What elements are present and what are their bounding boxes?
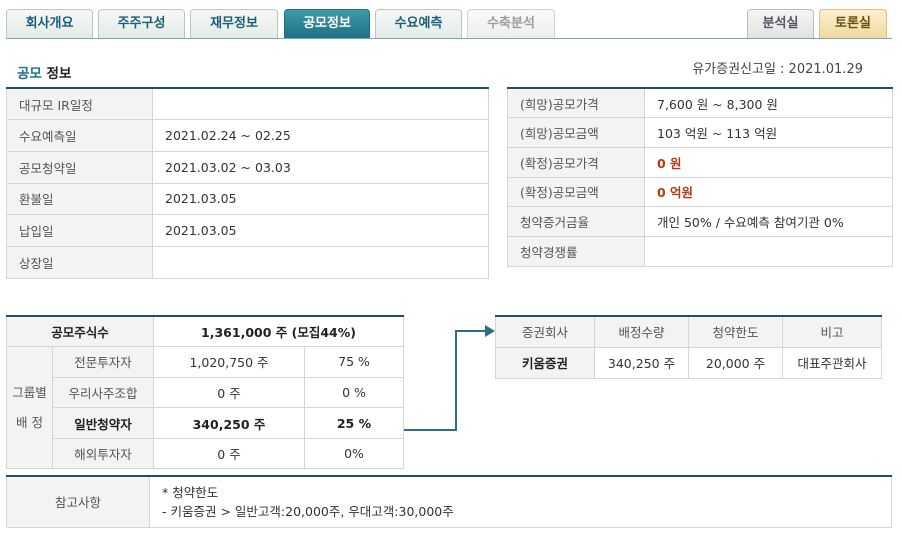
table-row: 수요예측일 2021.02.24 ~ 02.25 [6,119,489,152]
table-row: 그룹별배 정 전문투자자 1,020,750 주 75 % [6,346,404,470]
pricing-value: 개인 50% / 수요예측 참여기관 0% [644,206,893,237]
pricing-label: 청약증거금율 [507,206,645,237]
table-row: (확정)공모가격 0 원 [507,146,893,178]
table-row: (확정)공모금액 0 억원 [507,176,893,208]
notes-label: 참고사항 [6,475,150,528]
investor-shares: 340,250 주 [153,407,306,439]
table-row: 상장일 [6,245,489,279]
table-row: 환불일 2021.03.05 [6,182,489,216]
table-row: 키움증권 340,250 주 20,000 주 대표주관회사 [495,346,882,379]
table-row: (희망)공모금액 103 억원 ~ 113 억원 [507,117,893,148]
tab-financials[interactable]: 재무정보 [190,9,278,38]
pricing-value: 103 억원 ~ 113 억원 [644,117,893,148]
investor-shares: 0 주 [153,376,306,409]
section-title-highlight: 공모 [17,66,42,82]
schedule-label: 대규모 IR일정 [6,87,153,121]
broker-limit: 20,000 주 [688,346,783,379]
pricing-label: (확정)공모금액 [507,176,645,208]
table-row: 납입일 2021.03.05 [6,214,489,247]
schedule-label: 납입일 [6,214,153,247]
tab-underline [6,38,892,39]
investor-pct: 0% [304,437,404,470]
investor-type: 우리사주조합 [51,376,155,409]
tab-company-overview[interactable]: 회사개요 [6,9,93,38]
table-row: 우리사주조합 0 주 0 % [7,376,404,409]
investor-shares: 0 주 [153,437,306,470]
confirmed-price-value: 0 원 [644,146,893,178]
pricing-label: (희망)공모금액 [507,117,645,148]
tab-shareholders[interactable]: 주주구성 [98,9,185,38]
filing-date: 유가증권신고일 : 2021.01.29 [692,62,863,77]
pricing-label: (확정)공모가격 [507,146,645,178]
schedule-value: 2021.02.24 ~ 02.25 [152,119,489,152]
investor-pct: 0 % [304,376,404,409]
pricing-value: 7,600 원 ~ 8,300 원 [644,87,893,119]
table-row: 참고사항 * 청약한도 - 키움증권 > 일반고객:20,000주, 우대고객:… [6,475,892,528]
notes-line: - 키움증권 > 일반고객:20,000주, 우대고객:30,000주 [162,503,454,519]
table-row: 해외투자자 0 주 0% [7,437,404,470]
table-row: 일반청약자 340,250 주 25 % [7,407,404,439]
broker-note: 대표주관회사 [782,346,882,379]
group-label-line1: 그룹별 [12,384,47,400]
schedule-value: 2021.03.05 [152,214,489,247]
investor-type: 전문투자자 [51,346,155,378]
investor-pct: 25 % [304,407,404,439]
tab-discussion-room[interactable]: 토론실 [819,9,887,38]
table-row: 대규모 IR일정 [6,87,489,121]
share-allocation-table: 공모주식수 1,361,000 주 (모집44%) 그룹별배 정 전문투자자 1… [5,315,404,470]
section-title: 공모 정보 [17,62,71,82]
schedule-value: 2021.03.05 [152,182,489,216]
table-row: (희망)공모가격 7,600 원 ~ 8,300 원 [507,87,893,119]
investor-type: 해외투자자 [51,437,155,470]
tab-profit-analysis[interactable]: 수축분석 [467,9,555,38]
table-row: 증권회사 배정수량 청약한도 비고 [495,315,882,348]
pricing-label: (희망)공모가격 [507,87,645,119]
connector-arrow-icon [404,325,495,431]
notes-table: 참고사항 * 청약한도 - 키움증권 > 일반고객:20,000주, 우대고객:… [6,475,892,528]
investor-shares: 1,020,750 주 [153,346,306,378]
broker-name: 키움증권 [495,346,595,379]
pricing-table: (희망)공모가격 7,600 원 ~ 8,300 원 (희망)공모금액 103 억원… [507,87,893,267]
total-shares-value: 1,361,000 주 (모집44%) [153,315,404,348]
group-allocation-label: 그룹별배 정 [6,346,53,470]
pricing-value [644,235,893,267]
broker-allocation: 340,250 주 [594,346,689,379]
schedule-label: 환불일 [6,182,153,216]
confirmed-amount-value: 0 억원 [644,176,893,208]
broker-header: 배정수량 [594,315,689,348]
schedule-table: 대규모 IR일정 수요예측일 2021.02.24 ~ 02.25 공모청약일 20… [6,87,489,279]
group-label-line2: 배 정 [16,414,43,430]
investor-pct: 75 % [304,346,404,378]
tab-offering-info[interactable]: 공모정보 [284,9,370,38]
broker-header: 증권회사 [495,315,595,348]
broker-header: 비고 [782,315,882,348]
section-title-rest: 정보 [41,66,72,82]
schedule-value [152,87,489,121]
schedule-label: 수요예측일 [6,119,153,152]
schedule-value [152,245,489,279]
table-row: 공모주식수 1,361,000 주 (모집44%) [5,315,404,348]
schedule-label: 공모청약일 [6,150,153,184]
broker-table: 증권회사 배정수량 청약한도 비고 키움증권 340,250 주 20,000 … [495,315,882,379]
schedule-value: 2021.03.02 ~ 03.03 [152,150,489,184]
broker-header: 청약한도 [688,315,783,348]
table-row: 공모청약일 2021.03.02 ~ 03.03 [6,150,489,184]
tab-analysis-room[interactable]: 분석실 [747,9,814,38]
total-shares-label: 공모주식수 [5,315,155,348]
pricing-label: 청약경쟁률 [507,235,645,267]
notes-line: * 청약한도 [162,484,219,500]
notes-content: * 청약한도 - 키움증권 > 일반고객:20,000주, 우대고객:30,00… [149,475,892,528]
table-row: 청약증거금율 개인 50% / 수요예측 참여기관 0% [507,206,893,237]
table-row: 청약경쟁률 [507,235,893,267]
schedule-label: 상장일 [6,245,153,279]
investor-type: 일반청약자 [51,407,155,439]
tab-demand-forecast[interactable]: 수요예측 [375,9,462,38]
